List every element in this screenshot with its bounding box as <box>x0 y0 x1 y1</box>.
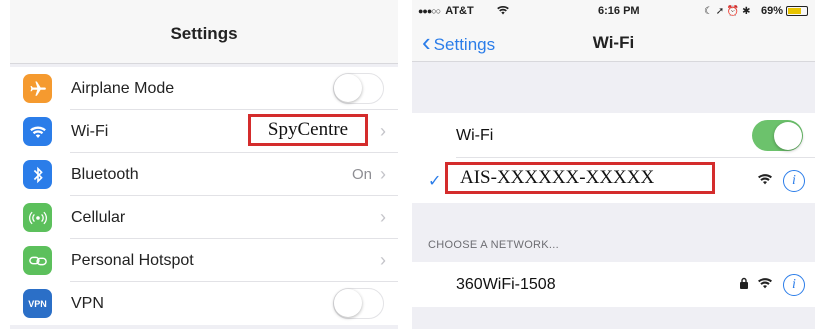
cellular-icon <box>23 203 52 232</box>
wifi-signal-icon <box>757 172 773 190</box>
info-icon[interactable]: i <box>783 273 805 296</box>
chevron-right-icon: › <box>380 121 386 141</box>
settings-row-airplane-mode[interactable]: Airplane Mode <box>10 67 398 110</box>
airplane-icon <box>23 74 52 103</box>
chevron-right-icon: › <box>380 164 386 184</box>
bluetooth-icon <box>23 160 52 189</box>
connected-network-highlight: AIS-XXXXXX-XXXXX <box>445 162 715 194</box>
network-name: 360WiFi-1508 <box>456 275 556 293</box>
chevron-right-icon: › <box>380 250 386 270</box>
settings-row-bluetooth[interactable]: Bluetooth On › <box>10 153 398 196</box>
settings-screen: Settings Airplane Mode Wi-Fi › Bluetooth… <box>10 0 398 329</box>
battery-icon <box>786 6 808 16</box>
settings-row-label: VPN <box>71 294 104 312</box>
settings-row-personal-hotspot[interactable]: Personal Hotspot › <box>10 239 398 282</box>
wifi-toggle-row[interactable]: Wi-Fi <box>412 113 815 158</box>
vpn-icon: VPN <box>23 289 52 318</box>
page-title: Settings <box>170 23 238 43</box>
wifi-toggle-label: Wi-Fi <box>456 126 494 144</box>
page-title: Wi-Fi <box>592 33 635 52</box>
signal-dots-icon: ●●●○○ <box>418 6 441 16</box>
clock: 6:16 PM <box>598 5 640 17</box>
settings-row-label: Airplane Mode <box>71 79 175 97</box>
settings-navbar: Settings <box>10 0 398 64</box>
lock-icon <box>739 276 749 294</box>
bluetooth-status-value: On <box>351 166 372 183</box>
network-list: 360WiFi-1508 i <box>412 262 815 307</box>
battery-percent: 69% <box>761 5 784 17</box>
wifi-navbar: ‹ Settings Wi-Fi <box>412 22 815 62</box>
info-icon[interactable]: i <box>783 169 805 192</box>
section-header: CHOOSE A NETWORK... <box>428 239 559 251</box>
settings-row-label: Personal Hotspot <box>71 251 194 269</box>
wifi-toggle[interactable] <box>752 120 803 151</box>
status-icons: ☾ ➚ ⏰ ✱ <box>704 5 751 17</box>
wifi-status-icon <box>496 5 510 18</box>
settings-list: Airplane Mode Wi-Fi › Bluetooth On › Cel… <box>10 67 398 325</box>
settings-row-vpn[interactable]: VPN VPN <box>10 282 398 325</box>
network-row[interactable]: 360WiFi-1508 i <box>412 262 815 307</box>
carrier-name: AT&T <box>445 5 474 17</box>
settings-row-label: Cellular <box>71 208 126 226</box>
airplane-mode-toggle[interactable] <box>333 73 384 104</box>
hotspot-icon <box>23 246 52 275</box>
wifi-network-highlight: SpyCentre <box>248 114 368 146</box>
settings-row-cellular[interactable]: Cellular › <box>10 196 398 239</box>
wifi-signal-icon <box>757 276 773 294</box>
settings-row-label: Bluetooth <box>71 165 139 183</box>
status-bar: ●●●○○ AT&T 6:16 PM ☾ ➚ ⏰ ✱ 69% <box>412 0 815 22</box>
wifi-icon <box>23 117 52 146</box>
vpn-toggle[interactable] <box>333 288 384 319</box>
chevron-right-icon: › <box>380 207 386 227</box>
